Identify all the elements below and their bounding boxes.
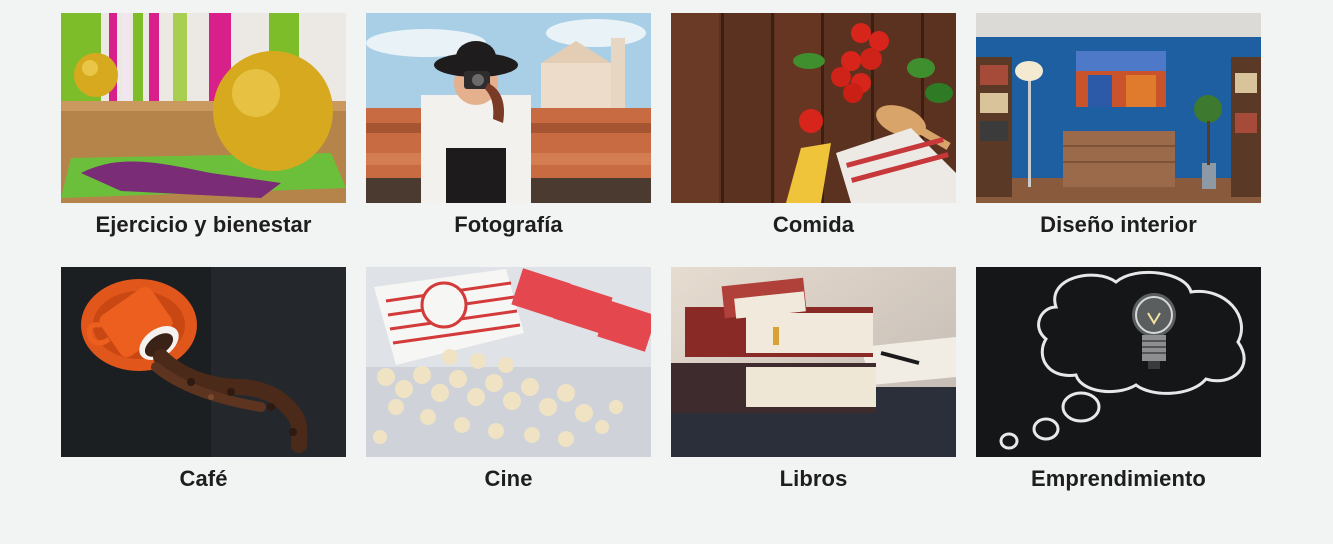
category-card-diseno-interior[interactable]: Diseño interior xyxy=(976,13,1261,267)
books-stack-photo[interactable] xyxy=(671,267,956,457)
category-label: Cine xyxy=(484,466,533,491)
tomatoes-pasta-photo[interactable] xyxy=(671,13,956,203)
category-card-cafe[interactable]: Café xyxy=(61,267,346,521)
popcorn-tickets-photo[interactable] xyxy=(366,267,651,457)
category-grid: Ejercicio y bienestar Fotografía Comida … xyxy=(61,13,1261,521)
category-card-cine[interactable]: Cine xyxy=(366,267,651,521)
category-label: Diseño interior xyxy=(1040,212,1197,237)
coffee-cup-beans-photo[interactable] xyxy=(61,267,346,457)
exercise-balls-photo[interactable] xyxy=(61,13,346,203)
category-label: Café xyxy=(179,466,228,491)
category-label: Ejercicio y bienestar xyxy=(95,212,312,237)
living-room-photo[interactable] xyxy=(976,13,1261,203)
category-card-comida[interactable]: Comida xyxy=(671,13,956,267)
lightbulb-chalk-photo[interactable] xyxy=(976,267,1261,457)
category-card-emprendimiento[interactable]: Emprendimiento xyxy=(976,267,1261,521)
category-label: Libros xyxy=(779,466,848,491)
category-card-libros[interactable]: Libros xyxy=(671,267,956,521)
category-label: Emprendimiento xyxy=(1031,466,1206,491)
category-label: Comida xyxy=(772,212,855,237)
category-label: Fotografía xyxy=(454,212,563,237)
category-card-fotografia[interactable]: Fotografía xyxy=(366,13,651,267)
category-card-ejercicio[interactable]: Ejercicio y bienestar xyxy=(61,13,346,267)
photographer-woman-photo[interactable] xyxy=(366,13,651,203)
